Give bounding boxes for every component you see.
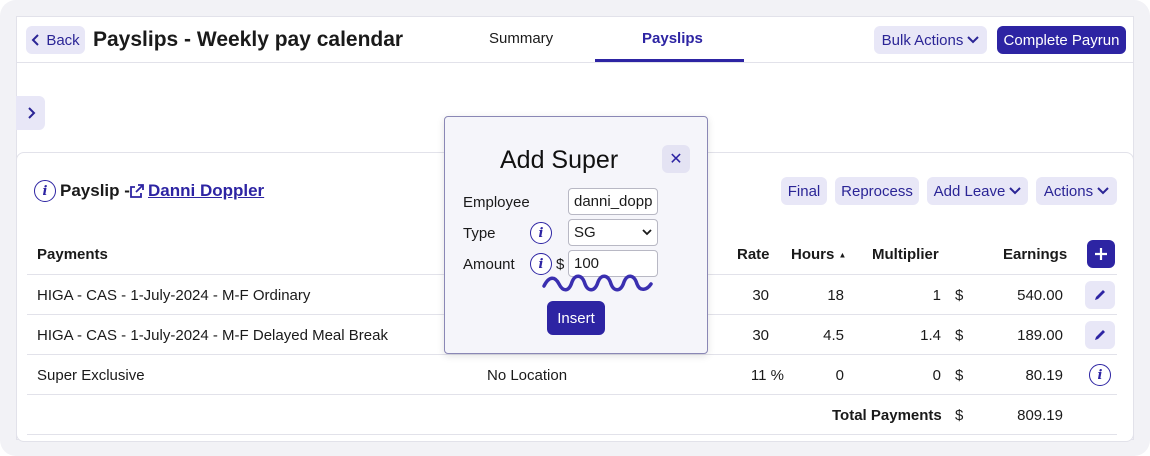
edit-button[interactable] [1085, 281, 1115, 309]
info-icon[interactable]: i [1089, 364, 1111, 386]
column-header-payments: Payments [37, 246, 108, 263]
chevron-down-icon [642, 229, 652, 236]
insert-button[interactable]: Insert [547, 301, 605, 335]
back-button-label: Back [46, 31, 80, 49]
rate-value: 30 [752, 287, 769, 304]
pencil-icon [1095, 290, 1105, 300]
type-select[interactable]: SG [568, 219, 658, 246]
multiplier-value: 0 [932, 367, 941, 384]
complete-payrun-label: Complete Payrun [1003, 31, 1120, 49]
external-link-icon [130, 184, 144, 198]
employee-name: Danni Doppler [148, 181, 265, 200]
back-button[interactable]: Back [26, 26, 85, 54]
earnings-value: 189.00 [1017, 327, 1063, 344]
employee-label: Employee [463, 194, 530, 211]
row-divider [27, 354, 1117, 355]
tab-payslips[interactable]: Payslips [642, 30, 703, 47]
payment-name: Super Exclusive [37, 367, 145, 384]
column-header-hours[interactable]: Hours ▲ [791, 246, 846, 263]
reprocess-button[interactable]: Reprocess [835, 177, 919, 205]
close-icon[interactable]: ✕ [662, 145, 690, 173]
earnings-value: 80.19 [1025, 367, 1063, 384]
earnings-value: 540.00 [1017, 287, 1063, 304]
final-button[interactable]: Final [781, 177, 827, 205]
reprocess-label: Reprocess [841, 182, 913, 200]
type-selected-value: SG [574, 224, 596, 241]
location-value: No Location [487, 367, 568, 384]
total-value: 809.19 [1017, 407, 1063, 424]
multiplier-value: 1.4 [920, 327, 941, 344]
dialog-title: Add Super [500, 146, 619, 174]
amount-label: Amount [463, 256, 515, 273]
sort-ascending-icon: ▲ [838, 250, 847, 260]
row-divider [27, 394, 1117, 395]
final-label: Final [787, 182, 821, 200]
currency-symbol: $ [955, 367, 964, 384]
type-label: Type [463, 225, 496, 242]
column-header-rate[interactable]: Rate [737, 246, 770, 263]
hours-value: 4.5 [823, 327, 844, 344]
complete-payrun-button[interactable]: Complete Payrun [997, 26, 1126, 54]
tab-summary[interactable]: Summary [489, 30, 553, 47]
chevron-left-icon [31, 34, 40, 46]
rate-value: 11 % [750, 367, 784, 384]
rate-value: 30 [752, 327, 769, 344]
bulk-actions-label: Bulk Actions [881, 31, 964, 49]
sidebar-expand-button[interactable] [16, 96, 45, 130]
type-info-icon[interactable]: i [530, 222, 552, 244]
payment-name: HIGA - CAS - 1-July-2024 - M-F Ordinary [37, 287, 311, 304]
info-icon[interactable]: i [34, 180, 56, 202]
column-header-earnings[interactable]: Earnings [1003, 246, 1067, 263]
currency-symbol: $ [955, 407, 964, 424]
bulk-actions-button[interactable]: Bulk Actions [874, 26, 987, 54]
column-header-multiplier[interactable]: Multiplier [872, 246, 939, 263]
payment-name: HIGA - CAS - 1-July-2024 - M-F Delayed M… [37, 327, 388, 344]
chevron-down-icon [1009, 187, 1022, 195]
currency-symbol: $ [955, 327, 964, 344]
actions-button[interactable]: Actions [1036, 177, 1117, 205]
pencil-icon [1095, 330, 1105, 340]
insert-label: Insert [557, 309, 595, 327]
row-divider [27, 434, 1117, 435]
employee-field[interactable] [568, 188, 658, 215]
chevron-right-icon [27, 107, 35, 119]
total-label: Total Payments [832, 407, 942, 424]
hours-value: 0 [835, 367, 844, 384]
header-divider [16, 62, 1134, 63]
plus-icon [1095, 248, 1107, 260]
edit-button[interactable] [1085, 321, 1115, 349]
currency-symbol: $ [955, 287, 964, 304]
payslip-label: Payslip - [60, 181, 130, 200]
hours-value: 18 [827, 287, 844, 304]
scribble-annotation [542, 274, 653, 292]
multiplier-value: 1 [932, 287, 941, 304]
actions-label: Actions [1043, 182, 1094, 200]
add-leave-label: Add Leave [933, 182, 1006, 200]
page-title: Payslips - Weekly pay calendar [93, 28, 404, 51]
add-leave-button[interactable]: Add Leave [927, 177, 1028, 205]
employee-link[interactable]: Danni Doppler [129, 181, 264, 201]
add-payment-button[interactable] [1087, 240, 1115, 268]
chevron-down-icon [1097, 187, 1109, 195]
column-header-hours-label: Hours [791, 246, 835, 263]
chevron-down-icon [967, 36, 980, 44]
